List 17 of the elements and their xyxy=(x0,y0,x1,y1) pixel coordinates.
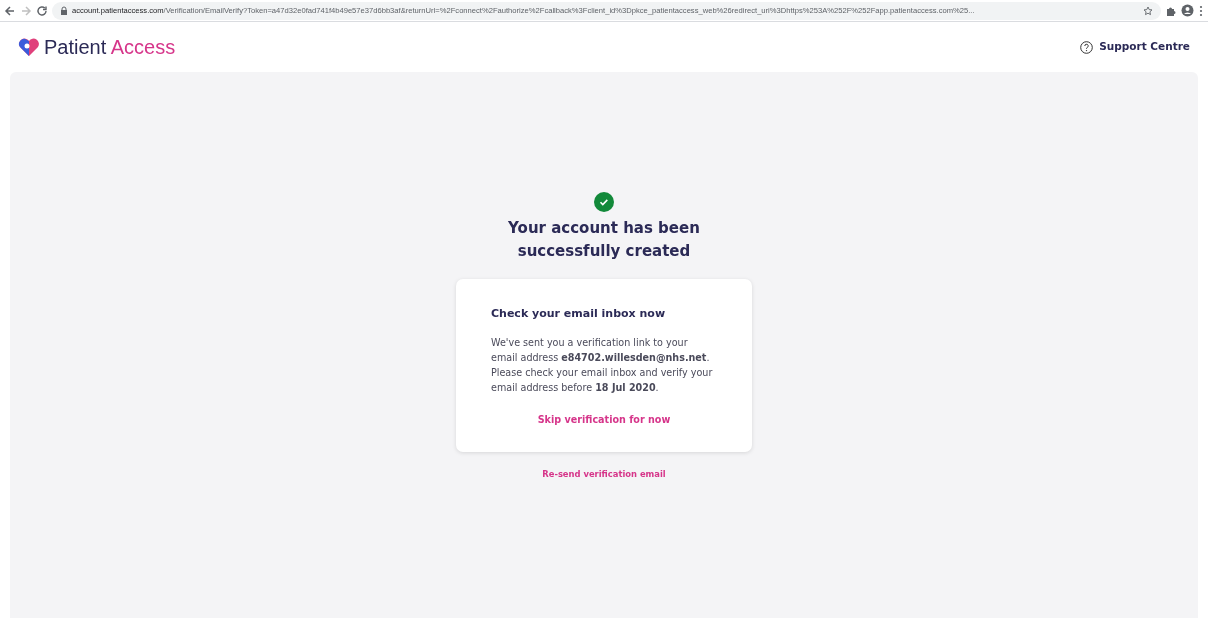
logo-text: Patient Access xyxy=(44,35,176,60)
skip-verification-link[interactable]: Skip verification for now xyxy=(537,413,671,428)
address-bar[interactable] xyxy=(52,1,1161,20)
card-body: We've sent you a verification link to your email address e84702.willesden@nhs.net. Please check your email inbox and verify your email address before 18 Jul 2020. xyxy=(491,335,714,396)
success-title: Your account has been successfully created xyxy=(508,218,700,262)
profile-icon[interactable] xyxy=(1181,4,1194,17)
check-circle-icon xyxy=(594,192,614,212)
back-arrow-icon[interactable] xyxy=(4,4,16,17)
resend-link[interactable]: Re-send verification email xyxy=(542,467,666,481)
lock-icon xyxy=(60,6,68,15)
card-heading: Check your email inbox now xyxy=(491,306,667,322)
heart-logo-icon xyxy=(18,37,40,57)
more-menu-icon[interactable] xyxy=(1198,4,1204,17)
support-link[interactable]: Support Centre xyxy=(1080,39,1190,55)
help-icon xyxy=(1080,40,1094,54)
star-icon[interactable] xyxy=(1143,5,1153,16)
reload-icon[interactable] xyxy=(36,4,48,17)
